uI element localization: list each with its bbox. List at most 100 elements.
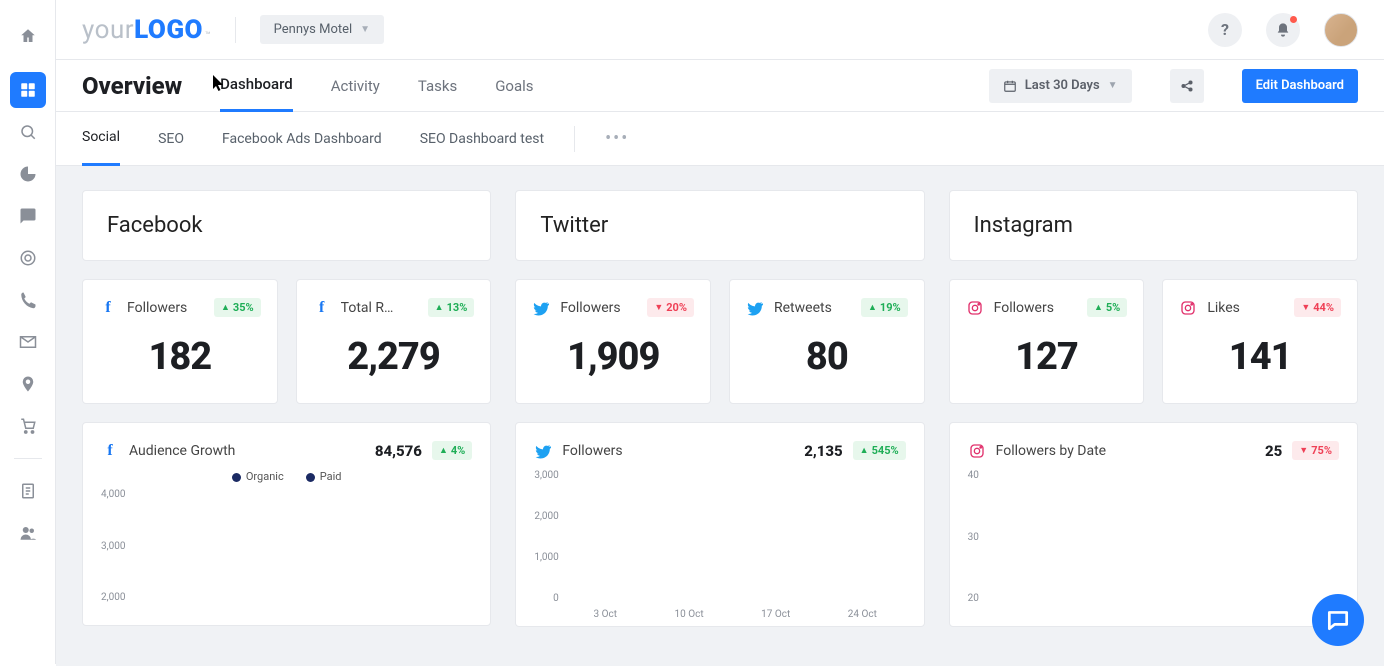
nav-reports-icon[interactable] bbox=[10, 473, 46, 509]
ig-followers-chart[interactable]: Followers by Date 25 ▼75% 403020 bbox=[949, 422, 1358, 627]
caret-down-icon: ▼ bbox=[654, 302, 663, 313]
y-axis: 403020 bbox=[968, 470, 985, 620]
ig-likes-kpi[interactable]: Likes ▼44% 141 bbox=[1162, 279, 1358, 404]
kpi-label: Retweets bbox=[774, 300, 851, 316]
fb-audience-chart[interactable]: f Audience Growth 84,576 ▲4% Organic Pai… bbox=[82, 422, 491, 626]
sidebar-divider bbox=[14, 458, 42, 459]
nav-search-icon[interactable] bbox=[10, 114, 46, 150]
twitter-icon bbox=[534, 442, 552, 460]
subtab-fb-ads[interactable]: Facebook Ads Dashboard bbox=[222, 112, 382, 166]
instagram-column: Instagram Followers ▲5% 127 Likes ▼44% bbox=[949, 190, 1358, 666]
kpi-delta: ▲5% bbox=[1087, 298, 1127, 317]
subtab-seo[interactable]: SEO bbox=[158, 112, 184, 166]
date-range-selector[interactable]: Last 30 Days ▼ bbox=[989, 69, 1132, 103]
chart-title: Followers by Date bbox=[996, 443, 1255, 459]
tab-dashboard[interactable]: Dashboard bbox=[220, 60, 293, 112]
chart-legend: Organic Paid bbox=[101, 470, 472, 483]
nav-dashboard-icon[interactable] bbox=[10, 72, 46, 108]
facebook-icon: f bbox=[101, 442, 119, 460]
notification-dot bbox=[1290, 16, 1297, 23]
left-sidebar bbox=[0, 0, 56, 664]
chart-title: Followers bbox=[562, 443, 794, 459]
logo-part1: your bbox=[82, 15, 134, 45]
nav-phone-icon[interactable] bbox=[10, 282, 46, 318]
chart-bars bbox=[985, 470, 1339, 604]
client-selector[interactable]: Pennys Motel ▼ bbox=[260, 15, 384, 44]
chart-delta: ▲4% bbox=[432, 441, 472, 460]
facebook-header: Facebook bbox=[82, 190, 491, 261]
topbar: your LOGO ™ Pennys Motel ▼ ? bbox=[56, 0, 1384, 60]
kpi-value: 141 bbox=[1179, 335, 1341, 379]
kpi-value: 182 bbox=[99, 335, 261, 379]
facebook-icon: f bbox=[313, 299, 331, 317]
share-button[interactable] bbox=[1170, 69, 1204, 103]
caret-down-icon: ▼ bbox=[1299, 445, 1308, 456]
fb-reach-kpi[interactable]: f Total R… ▲13% 2,279 bbox=[296, 279, 492, 404]
facebook-icon: f bbox=[99, 299, 117, 317]
caret-up-icon: ▲ bbox=[221, 302, 230, 313]
share-icon bbox=[1180, 79, 1194, 93]
sub-tabs: Social SEO Facebook Ads Dashboard SEO Da… bbox=[56, 112, 1384, 166]
kpi-label: Followers bbox=[127, 300, 204, 316]
user-avatar[interactable] bbox=[1324, 13, 1358, 47]
kpi-delta: ▼20% bbox=[647, 298, 694, 317]
tw-retweets-kpi[interactable]: Retweets ▲19% 80 bbox=[729, 279, 925, 404]
nav-location-icon[interactable] bbox=[10, 366, 46, 402]
divider bbox=[574, 126, 575, 152]
caret-down-icon: ▼ bbox=[1301, 302, 1310, 313]
caret-up-icon: ▲ bbox=[435, 302, 444, 313]
fb-followers-kpi[interactable]: f Followers ▲35% 182 bbox=[82, 279, 278, 404]
brand-logo: your LOGO ™ bbox=[82, 15, 211, 45]
nav-analytics-icon[interactable] bbox=[10, 156, 46, 192]
tw-followers-kpi[interactable]: Followers ▼20% 1,909 bbox=[515, 279, 711, 404]
caret-up-icon: ▲ bbox=[439, 445, 448, 456]
subtab-social[interactable]: Social bbox=[82, 112, 120, 166]
edit-dashboard-button[interactable]: Edit Dashboard bbox=[1242, 69, 1358, 103]
ig-followers-kpi[interactable]: Followers ▲5% 127 bbox=[949, 279, 1145, 404]
kpi-value: 2,279 bbox=[313, 335, 475, 379]
nav-home-icon[interactable] bbox=[10, 18, 46, 54]
nav-users-icon[interactable] bbox=[10, 515, 46, 551]
nav-chat-icon[interactable] bbox=[10, 198, 46, 234]
more-tabs-button[interactable]: ••• bbox=[605, 128, 629, 149]
kpi-label: Followers bbox=[560, 300, 637, 316]
y-axis: 4,0003,0002,000 bbox=[101, 489, 131, 619]
chart-delta: ▲545% bbox=[853, 441, 906, 460]
kpi-value: 127 bbox=[966, 335, 1128, 379]
kpi-label: Total R… bbox=[341, 300, 418, 316]
kpi-label: Likes bbox=[1207, 300, 1284, 316]
bell-icon bbox=[1275, 22, 1291, 38]
twitter-header: Twitter bbox=[515, 190, 924, 261]
notifications-button[interactable] bbox=[1266, 13, 1300, 47]
logo-tm: ™ bbox=[205, 31, 211, 41]
tab-goals[interactable]: Goals bbox=[495, 60, 533, 112]
x-axis: 3 Oct10 Oct17 Oct24 Oct bbox=[565, 609, 906, 620]
chevron-down-icon: ▼ bbox=[1108, 80, 1118, 91]
date-range-label: Last 30 Days bbox=[1025, 78, 1100, 93]
kpi-delta: ▼44% bbox=[1294, 298, 1341, 317]
y-axis: 3,0002,0001,0000 bbox=[534, 470, 564, 620]
chart-total: 84,576 bbox=[375, 442, 422, 460]
tab-tasks[interactable]: Tasks bbox=[418, 60, 457, 112]
chat-icon bbox=[1325, 607, 1351, 633]
primary-tabs: Overview Dashboard Activity Tasks Goals … bbox=[56, 60, 1384, 112]
twitter-column: Twitter Followers ▼20% 1,909 Retweets ▲1… bbox=[515, 190, 924, 666]
facebook-column: Facebook f Followers ▲35% 182 f Total R…… bbox=[82, 190, 491, 666]
nav-campaign-icon[interactable] bbox=[10, 240, 46, 276]
kpi-delta: ▲35% bbox=[214, 298, 261, 317]
instagram-icon bbox=[1179, 299, 1197, 317]
page-title: Overview bbox=[82, 72, 182, 100]
chat-launcher[interactable] bbox=[1312, 594, 1364, 646]
subtab-seo-test[interactable]: SEO Dashboard test bbox=[420, 112, 544, 166]
tab-activity[interactable]: Activity bbox=[331, 60, 380, 112]
kpi-value: 1,909 bbox=[532, 335, 694, 379]
twitter-icon bbox=[532, 299, 550, 317]
tw-followers-chart[interactable]: Followers 2,135 ▲545% 3,0002,0001,0000 3… bbox=[515, 422, 924, 627]
instagram-header: Instagram bbox=[949, 190, 1358, 261]
nav-cart-icon[interactable] bbox=[10, 408, 46, 444]
calendar-icon bbox=[1003, 79, 1017, 93]
nav-mail-icon[interactable] bbox=[10, 324, 46, 360]
help-button[interactable]: ? bbox=[1208, 13, 1242, 47]
question-icon: ? bbox=[1221, 20, 1229, 39]
instagram-icon bbox=[966, 299, 984, 317]
